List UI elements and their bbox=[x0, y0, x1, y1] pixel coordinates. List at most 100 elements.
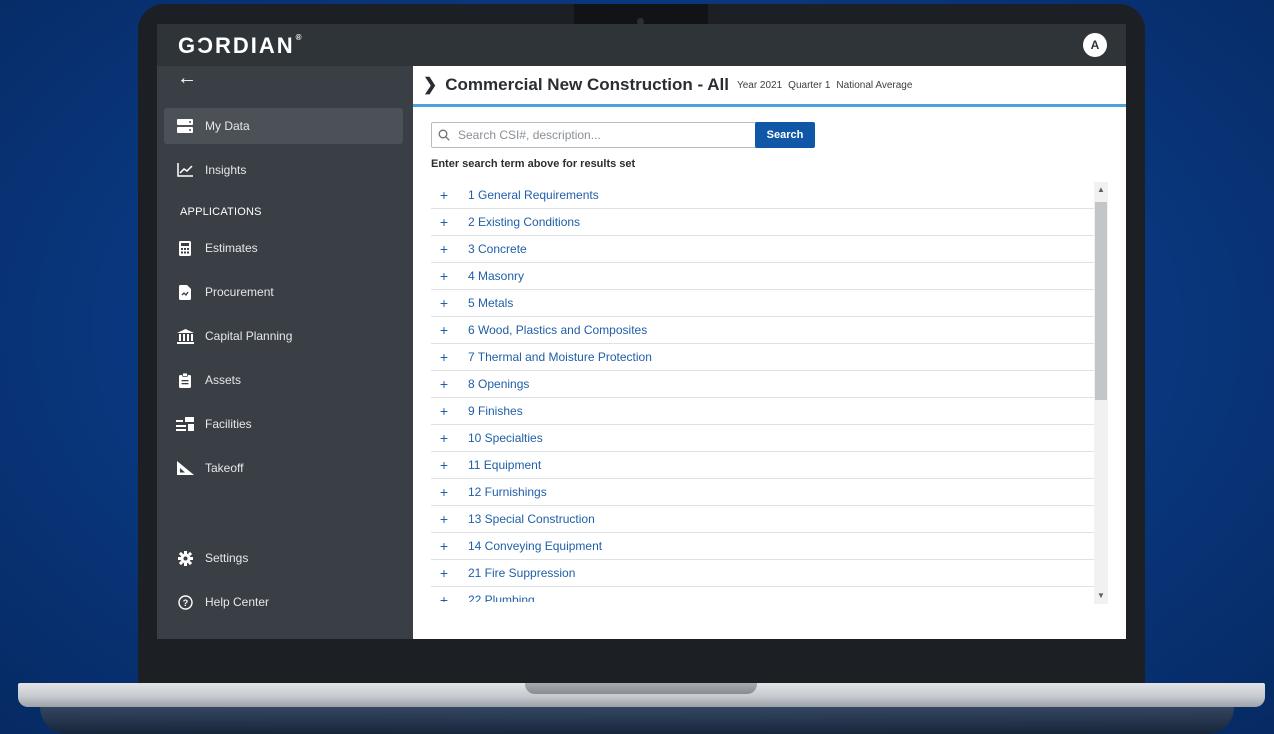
list-item[interactable]: +4 Masonry bbox=[431, 263, 1094, 290]
expand-icon[interactable]: + bbox=[433, 376, 455, 392]
top-bar: GƆRDIAN® A bbox=[157, 24, 1126, 66]
document-icon bbox=[176, 283, 194, 301]
list-item[interactable]: +14 Conveying Equipment bbox=[431, 533, 1094, 560]
sidebar-item-estimates[interactable]: Estimates bbox=[164, 230, 403, 266]
search-button[interactable]: Search bbox=[755, 122, 815, 148]
list-item[interactable]: +1 General Requirements bbox=[431, 182, 1094, 209]
brand-name: GƆRDIAN bbox=[178, 33, 295, 58]
division-label[interactable]: 3 Concrete bbox=[468, 242, 527, 256]
expand-icon[interactable]: + bbox=[433, 457, 455, 473]
list-item[interactable]: +7 Thermal and Moisture Protection bbox=[431, 344, 1094, 371]
expand-icon[interactable]: + bbox=[433, 268, 455, 284]
list-item[interactable]: +3 Concrete bbox=[431, 236, 1094, 263]
year-label: Year 2021 bbox=[736, 79, 783, 91]
sidebar-item-assets[interactable]: Assets bbox=[164, 362, 403, 398]
sidebar-item-takeoff[interactable]: Takeoff bbox=[164, 450, 403, 486]
sidebar-item-label: Settings bbox=[205, 551, 249, 565]
list-item[interactable]: +22 Plumbing bbox=[431, 587, 1094, 602]
expand-icon[interactable]: + bbox=[433, 430, 455, 446]
list-item[interactable]: +11 Equipment bbox=[431, 452, 1094, 479]
division-label[interactable]: 9 Finishes bbox=[468, 404, 523, 418]
expand-icon[interactable]: + bbox=[433, 322, 455, 338]
expand-icon[interactable]: + bbox=[433, 187, 455, 203]
location-label: National Average bbox=[836, 79, 913, 91]
laptop-shadow bbox=[40, 707, 1234, 734]
division-label[interactable]: 5 Metals bbox=[468, 296, 513, 310]
line-chart-icon bbox=[176, 161, 194, 179]
gear-icon bbox=[176, 549, 194, 567]
sidebar-item-label: Facilities bbox=[205, 417, 252, 431]
list-item[interactable]: +21 Fire Suppression bbox=[431, 560, 1094, 587]
laptop-base bbox=[18, 683, 1265, 707]
bank-icon bbox=[176, 327, 194, 345]
division-label[interactable]: 12 Furnishings bbox=[468, 485, 547, 499]
sidebar-item-label: Procurement bbox=[205, 285, 274, 299]
division-label[interactable]: 6 Wood, Plastics and Composites bbox=[468, 323, 647, 337]
expand-icon[interactable]: + bbox=[433, 403, 455, 419]
division-label[interactable]: 1 General Requirements bbox=[468, 188, 599, 202]
list-item[interactable]: +9 Finishes bbox=[431, 398, 1094, 425]
search-input[interactable] bbox=[456, 127, 750, 143]
calculator-icon bbox=[176, 239, 194, 257]
sidebar-item-help-center[interactable]: ? Help Center bbox=[164, 584, 403, 620]
search-hint: Enter search term above for results set bbox=[431, 158, 636, 170]
arrow-left-icon[interactable]: ← bbox=[177, 68, 197, 88]
list-item[interactable]: +2 Existing Conditions bbox=[431, 209, 1094, 236]
division-label[interactable]: 8 Openings bbox=[468, 377, 529, 391]
expand-icon[interactable]: + bbox=[433, 592, 455, 602]
brand-trademark: ® bbox=[295, 33, 304, 42]
clipboard-icon bbox=[176, 371, 194, 389]
expand-icon[interactable]: + bbox=[433, 484, 455, 500]
sidebar-item-settings[interactable]: Settings bbox=[164, 540, 403, 576]
division-label[interactable]: 11 Equipment bbox=[468, 458, 541, 472]
sidebar-item-label: Insights bbox=[205, 163, 247, 177]
sidebar-item-label: Assets bbox=[205, 373, 242, 387]
list-item[interactable]: +8 Openings bbox=[431, 371, 1094, 398]
brand-logo[interactable]: GƆRDIAN® bbox=[178, 33, 304, 59]
division-label[interactable]: 7 Thermal and Moisture Protection bbox=[468, 350, 652, 364]
expand-icon[interactable]: + bbox=[433, 349, 455, 365]
search-box bbox=[431, 122, 757, 148]
expand-icon[interactable]: + bbox=[433, 511, 455, 527]
user-avatar[interactable]: A bbox=[1083, 33, 1107, 57]
svg-text:?: ? bbox=[182, 598, 188, 608]
division-label[interactable]: 4 Masonry bbox=[468, 269, 524, 283]
sidebar-item-label: Estimates bbox=[205, 241, 258, 255]
division-list: +1 General Requirements +2 Existing Condi… bbox=[431, 182, 1094, 602]
division-label[interactable]: 10 Specialties bbox=[468, 431, 543, 445]
page-header: ❯ Commercial New Construction - All Year… bbox=[413, 66, 1126, 107]
main-panel: ❯ Commercial New Construction - All Year… bbox=[413, 66, 1126, 639]
sidebar-item-my-data[interactable]: My Data bbox=[164, 108, 403, 144]
list-item[interactable]: +13 Special Construction bbox=[431, 506, 1094, 533]
app-screen: GƆRDIAN® A ← My Data Insights APPLICATIO… bbox=[157, 24, 1126, 639]
list-item[interactable]: +12 Furnishings bbox=[431, 479, 1094, 506]
division-label[interactable]: 13 Special Construction bbox=[468, 512, 595, 526]
expand-icon[interactable]: + bbox=[433, 241, 455, 257]
list-item[interactable]: +5 Metals bbox=[431, 290, 1094, 317]
sidebar-item-label: Takeoff bbox=[205, 461, 244, 475]
applications-heading: APPLICATIONS bbox=[180, 206, 262, 218]
expand-icon[interactable]: + bbox=[433, 538, 455, 554]
expand-icon[interactable]: + bbox=[433, 295, 455, 311]
scroll-thumb[interactable] bbox=[1095, 202, 1107, 400]
laptop-base-notch bbox=[525, 683, 757, 694]
search-icon bbox=[432, 129, 456, 141]
expand-icon[interactable]: + bbox=[433, 214, 455, 230]
expand-icon[interactable]: + bbox=[433, 565, 455, 581]
division-label[interactable]: 2 Existing Conditions bbox=[468, 215, 580, 229]
sidebar-item-facilities[interactable]: Facilities bbox=[164, 406, 403, 442]
list-scrollbar[interactable]: ▲ ▼ bbox=[1094, 182, 1108, 604]
list-item[interactable]: +10 Specialties bbox=[431, 425, 1094, 452]
quarter-label: Quarter 1 bbox=[788, 79, 831, 91]
sidebar-item-procurement[interactable]: Procurement bbox=[164, 274, 403, 310]
sidebar-item-insights[interactable]: Insights bbox=[164, 152, 403, 188]
division-label[interactable]: 14 Conveying Equipment bbox=[468, 539, 602, 553]
scroll-down-arrow-icon[interactable]: ▼ bbox=[1094, 588, 1108, 604]
division-label[interactable]: 21 Fire Suppression bbox=[468, 566, 575, 580]
chevron-right-icon[interactable]: ❯ bbox=[423, 75, 437, 95]
ruler-triangle-icon bbox=[176, 459, 194, 477]
division-label[interactable]: 22 Plumbing bbox=[468, 593, 535, 602]
scroll-up-arrow-icon[interactable]: ▲ bbox=[1094, 182, 1108, 198]
sidebar-item-capital-planning[interactable]: Capital Planning bbox=[164, 318, 403, 354]
list-item[interactable]: +6 Wood, Plastics and Composites bbox=[431, 317, 1094, 344]
